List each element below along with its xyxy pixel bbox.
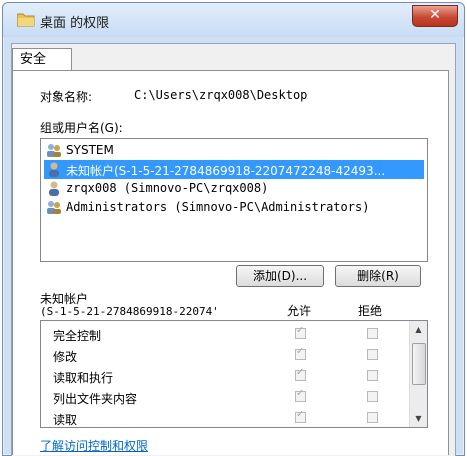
check-icon: ✓: [296, 367, 305, 378]
deny-checkbox[interactable]: [367, 391, 378, 402]
permissions-table: 完全控制 ✓ 修改 ✓ 读取和执行 ✓ 列出文件夹内容 ✓ 读取 ✓ ▲ ▼: [40, 320, 428, 428]
allow-checkbox[interactable]: ✓: [295, 367, 306, 381]
list-item-administrators[interactable]: Administrators (Simnovo-PC\Administrator…: [44, 198, 424, 217]
allow-checkbox[interactable]: ✓: [295, 409, 306, 423]
permission-label: 修改: [53, 350, 78, 364]
object-name-label: 对象名称:: [40, 90, 93, 104]
deny-checkbox[interactable]: [367, 412, 378, 423]
access-control-help-link[interactable]: 了解访问控制和权限: [40, 437, 148, 454]
user-icon: [49, 162, 59, 177]
allow-checkbox[interactable]: ✓: [295, 388, 306, 402]
permission-label: 列出文件夹内容: [53, 392, 138, 406]
permission-row: 读取 ✓: [41, 408, 407, 427]
check-icon: ✓: [296, 409, 305, 420]
group-user-list[interactable]: SYSTEM 未知帐户(S-1-5-21-2784869918-22074722…: [40, 138, 428, 262]
list-item-label: SYSTEM: [66, 143, 114, 157]
list-item-label: 未知帐户(S-1-5-21-2784869918-2207472248-4249…: [66, 164, 386, 178]
user-icon: [49, 181, 59, 196]
groups-label: 组或用户名(G):: [40, 121, 123, 135]
deny-checkbox[interactable]: [367, 328, 378, 339]
permission-label: 读取: [53, 413, 78, 427]
check-icon: ✓: [296, 325, 305, 336]
check-icon: ✓: [296, 388, 305, 399]
permissions-scrollbar[interactable]: ▲ ▼: [409, 321, 427, 427]
close-icon: ✕: [429, 7, 441, 23]
remove-button[interactable]: 删除(R): [335, 265, 421, 287]
permission-label: 读取和执行: [53, 371, 114, 385]
permission-row: 修改 ✓: [41, 345, 407, 366]
allow-header: 允许: [287, 304, 312, 318]
allow-checkbox[interactable]: ✓: [295, 346, 306, 360]
group-icon: [47, 144, 61, 157]
scroll-down-icon[interactable]: ▼: [410, 410, 427, 427]
title-bar[interactable]: 桌面 的权限 ✕: [3, 3, 464, 37]
group-icon: [47, 201, 61, 214]
list-item-label: zrqx008 (Simnovo-PC\zrqx008): [66, 181, 269, 195]
deny-header: 拒绝: [358, 304, 383, 318]
window-title: 桌面 的权限: [40, 16, 110, 31]
allow-checkbox[interactable]: ✓: [295, 325, 306, 339]
permission-label: 完全控制: [53, 329, 102, 343]
permission-row: 读取和执行 ✓: [41, 366, 407, 387]
check-icon: ✓: [296, 346, 305, 357]
permissions-subject-sid: (S-1-5-21-2784869918-22074': [40, 305, 219, 318]
close-button[interactable]: ✕: [412, 5, 458, 27]
scroll-up-icon[interactable]: ▲: [410, 321, 427, 338]
deny-checkbox[interactable]: [367, 349, 378, 360]
tab-security[interactable]: 安全: [12, 48, 72, 70]
list-item-zrqx008[interactable]: zrqx008 (Simnovo-PC\zrqx008): [44, 179, 424, 198]
object-name-value: C:\Users\zrqx008\Desktop: [134, 88, 308, 102]
scroll-thumb[interactable]: [412, 343, 426, 385]
folder-icon: [17, 13, 35, 27]
deny-checkbox[interactable]: [367, 370, 378, 381]
list-item-system[interactable]: SYSTEM: [44, 141, 424, 160]
add-button[interactable]: 添加(D)...: [236, 265, 324, 287]
permission-row: 完全控制 ✓: [41, 324, 407, 345]
list-item-label: Administrators (Simnovo-PC\Administrator…: [66, 200, 370, 214]
permission-row: 列出文件夹内容 ✓: [41, 387, 407, 408]
list-item-unknown-account[interactable]: 未知帐户(S-1-5-21-2784869918-2207472248-4249…: [44, 160, 424, 179]
